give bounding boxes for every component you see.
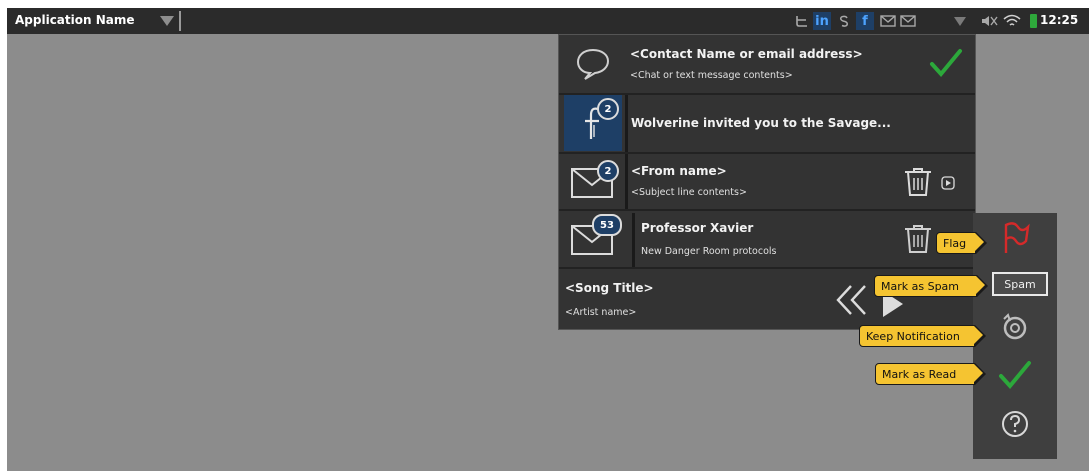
callout-flag: Flag [936, 232, 987, 254]
notification-chat[interactable]: <Contact Name or email address> <Chat or… [559, 35, 975, 95]
mail-icon[interactable] [879, 12, 897, 30]
wifi-icon [1003, 12, 1021, 30]
callout-mark-as-read: Mark as Read [875, 363, 986, 385]
mark-read-checkmark-icon[interactable] [995, 359, 1035, 391]
notifications-caret-icon[interactable] [954, 17, 966, 26]
trash-icon[interactable] [902, 223, 934, 259]
notification-subtitle: <Chat or text message contents> [630, 70, 793, 81]
twitter-icon[interactable] [793, 12, 811, 30]
divider [632, 213, 635, 267]
notification-email[interactable]: 53 Professor Xavier New Danger Room prot… [559, 211, 975, 269]
notification-title: Professor Xavier [641, 221, 754, 235]
facebook-icon[interactable]: f [856, 12, 874, 30]
notification-subtitle: New Danger Room protocols [641, 246, 777, 257]
checkmark-icon[interactable] [929, 48, 963, 82]
keep-notification-icon[interactable] [995, 312, 1035, 344]
notification-title: <Contact Name or email address> [630, 47, 863, 61]
help-icon[interactable] [995, 408, 1035, 440]
divider [625, 95, 628, 152]
flag-icon[interactable] [995, 222, 1035, 254]
mute-icon[interactable] [980, 12, 998, 30]
notification-facebook[interactable]: 2 Wolverine invited you to the Savage... [559, 95, 975, 154]
app-name: Application Name [15, 13, 135, 27]
badge: 2 [597, 98, 619, 120]
song-title: <Song Title> [565, 281, 654, 295]
notification-title: <From name> [631, 164, 727, 178]
spam-button[interactable]: Spam [992, 272, 1048, 296]
badge: 53 [592, 214, 622, 236]
screen: Application Name in f 12:25 <Contact Nam… [7, 8, 1089, 471]
battery-icon [1030, 14, 1037, 28]
clock: 12:25 [1040, 13, 1079, 27]
notification-subtitle: <Subject line contents> [631, 187, 747, 198]
callout-mark-as-spam: Mark as Spam [874, 275, 988, 297]
status-bar: Application Name in f 12:25 [7, 8, 1089, 34]
app-menu-caret-icon[interactable] [160, 16, 174, 26]
badge: 2 [597, 160, 619, 182]
speech-bubble-icon [564, 36, 622, 92]
notification-title: Wolverine invited you to the Savage... [631, 116, 891, 130]
divider [179, 11, 181, 31]
callout-keep-notification: Keep Notification [859, 325, 986, 347]
artist-name: <Artist name> [565, 307, 637, 318]
rewind-icon[interactable] [835, 283, 871, 321]
skype-icon[interactable] [835, 12, 853, 30]
mail-icon-2[interactable] [899, 12, 917, 30]
play-icon[interactable] [941, 175, 955, 194]
linkedin-icon[interactable]: in [813, 12, 831, 30]
trash-icon[interactable] [902, 166, 934, 202]
divider [625, 154, 628, 209]
notification-email[interactable]: 2 <From name> <Subject line contents> [559, 154, 975, 211]
